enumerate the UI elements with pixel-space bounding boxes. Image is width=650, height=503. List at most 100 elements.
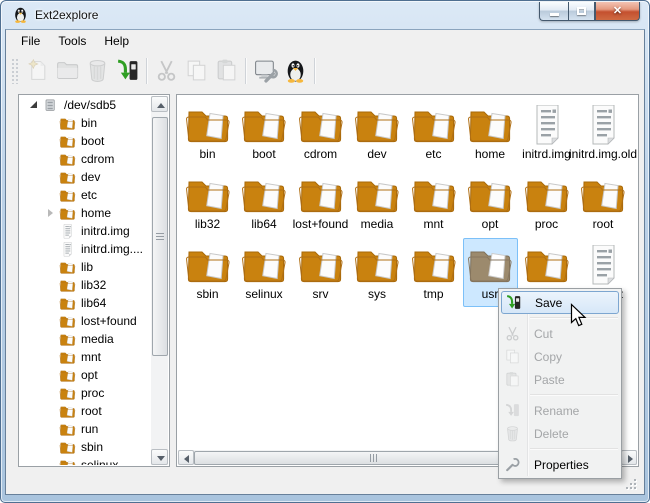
minimize-button[interactable] — [539, 2, 568, 21]
file-item-initrd-img[interactable]: initrd.img — [519, 98, 574, 167]
file-item-mnt[interactable]: mnt — [406, 168, 461, 237]
tree-item-label: dev — [81, 170, 101, 184]
tree-item-selinux[interactable]: selinux — [20, 456, 150, 465]
file-item-boot[interactable]: boot — [237, 98, 292, 167]
tree-item-proc[interactable]: proc — [20, 384, 150, 402]
file-item-cdrom[interactable]: cdrom — [293, 98, 348, 167]
save-export-icon — [500, 294, 526, 311]
tree-item-dev-sdb5[interactable]: /dev/sdb5 — [20, 96, 150, 114]
tree-item-mnt[interactable]: mnt — [20, 348, 150, 366]
tree-item-opt[interactable]: opt — [20, 366, 150, 384]
context-menu-items: Save Cut Copy Paste Rename Delete Properties — [499, 291, 621, 476]
file-item-etc[interactable]: etc — [406, 98, 461, 167]
tree-item-media[interactable]: media — [20, 330, 150, 348]
expander-collapsed-icon[interactable] — [46, 208, 56, 218]
file-item-lib32[interactable]: lib32 — [180, 168, 235, 237]
toolbar-drag-handle[interactable] — [11, 57, 18, 84]
tree-panel: /dev/sdb5 bin boot cdrom dev etc home initrd.i… — [18, 94, 170, 467]
close-button[interactable]: ✕ — [595, 2, 640, 21]
tree-item-lib64[interactable]: lib64 — [20, 294, 150, 312]
expander-expanded-icon[interactable] — [29, 100, 39, 110]
delete-trash-icon — [85, 58, 110, 83]
tree-item-lib32[interactable]: lib32 — [20, 276, 150, 294]
folder-icon — [466, 175, 514, 215]
tree-item-initrd-img[interactable]: initrd.img.... — [20, 240, 150, 258]
tree-item-dev[interactable]: dev — [20, 168, 150, 186]
toolbar-separator — [314, 57, 315, 84]
scroll-left-button[interactable] — [178, 450, 194, 465]
file-item-lost-found[interactable]: lost+found — [293, 168, 348, 237]
file-item-tmp[interactable]: tmp — [406, 238, 461, 307]
cut-icon — [499, 325, 525, 342]
file-item-opt[interactable]: opt — [463, 168, 518, 237]
file-item-media[interactable]: media — [350, 168, 405, 237]
save-export-icon — [115, 58, 140, 83]
context-save[interactable]: Save — [501, 291, 619, 314]
file-icon — [579, 105, 627, 145]
rename-icon — [504, 402, 521, 419]
menu-help[interactable]: Help — [95, 31, 138, 51]
scroll-up-button[interactable] — [151, 96, 168, 112]
folder-icon — [579, 175, 627, 215]
folder-icon — [184, 175, 232, 215]
properties-wrench-icon — [499, 456, 525, 473]
close-icon: ✕ — [612, 4, 623, 17]
file-item-lib64[interactable]: lib64 — [237, 168, 292, 237]
tree-item-root[interactable]: root — [20, 402, 150, 420]
new-file-button — [22, 56, 52, 86]
context-properties[interactable]: Properties — [499, 453, 621, 476]
menu-tools[interactable]: Tools — [49, 31, 95, 51]
scroll-right-button[interactable] — [621, 450, 637, 465]
file-item-sbin[interactable]: sbin — [180, 238, 235, 307]
folder-icon — [240, 173, 288, 215]
tree-vertical-scrollbar[interactable] — [151, 96, 168, 465]
scrollbar-thumb[interactable] — [152, 117, 168, 356]
folder-icon — [353, 245, 401, 285]
context-cut[interactable]: Cut — [499, 322, 621, 345]
file-item-dev[interactable]: dev — [350, 98, 405, 167]
tree-item-lost-found[interactable]: lost+found — [20, 312, 150, 330]
tree-item-cdrom[interactable]: cdrom — [20, 150, 150, 168]
tree-item-initrd-img[interactable]: initrd.img — [20, 222, 150, 240]
tree-item-home[interactable]: home — [20, 204, 150, 222]
file-item-label: lost+found — [292, 217, 349, 231]
context-copy[interactable]: Copy — [499, 345, 621, 368]
tree-item-sbin[interactable]: sbin — [20, 438, 150, 456]
tree-item-lib[interactable]: lib — [20, 258, 150, 276]
folder-icon — [240, 243, 288, 285]
scroll-down-button[interactable] — [151, 449, 168, 465]
tree-item-etc[interactable]: etc — [20, 186, 150, 204]
context-rename[interactable]: Rename — [499, 399, 621, 422]
maximize-button[interactable] — [568, 2, 595, 21]
folder-icon — [523, 175, 571, 215]
tree-item-bin[interactable]: bin — [20, 114, 150, 132]
properties-tool-button[interactable] — [250, 56, 280, 86]
file-item-label: cdrom — [303, 147, 338, 161]
file-item-proc[interactable]: proc — [519, 168, 574, 237]
tree-item-run[interactable]: run — [20, 420, 150, 438]
tree-item-boot[interactable]: boot — [20, 132, 150, 150]
file-item-sys[interactable]: sys — [350, 238, 405, 307]
menu-file[interactable]: File — [12, 31, 49, 51]
resize-grip[interactable] — [624, 477, 636, 489]
folder-icon — [59, 314, 76, 329]
file-item-root[interactable]: root — [576, 168, 631, 237]
context-paste[interactable]: Paste — [499, 368, 621, 391]
file-item-srv[interactable]: srv — [293, 238, 348, 307]
file-item-home[interactable]: home — [463, 98, 518, 167]
titlebar[interactable]: Ext2explore ✕ — [1, 1, 649, 29]
file-item-label: etc — [425, 147, 442, 161]
file-item-bin[interactable]: bin — [180, 98, 235, 167]
folder-icon — [59, 278, 76, 293]
linux-tux-button[interactable] — [280, 56, 310, 86]
file-item-selinux[interactable]: selinux — [237, 238, 292, 307]
folder-icon — [353, 103, 401, 145]
file-item-initrd-img-old[interactable]: initrd.img.old — [569, 98, 637, 167]
save-export-button[interactable] — [112, 56, 142, 86]
context-delete[interactable]: Delete — [499, 422, 621, 445]
toolbar-separator — [146, 57, 147, 84]
